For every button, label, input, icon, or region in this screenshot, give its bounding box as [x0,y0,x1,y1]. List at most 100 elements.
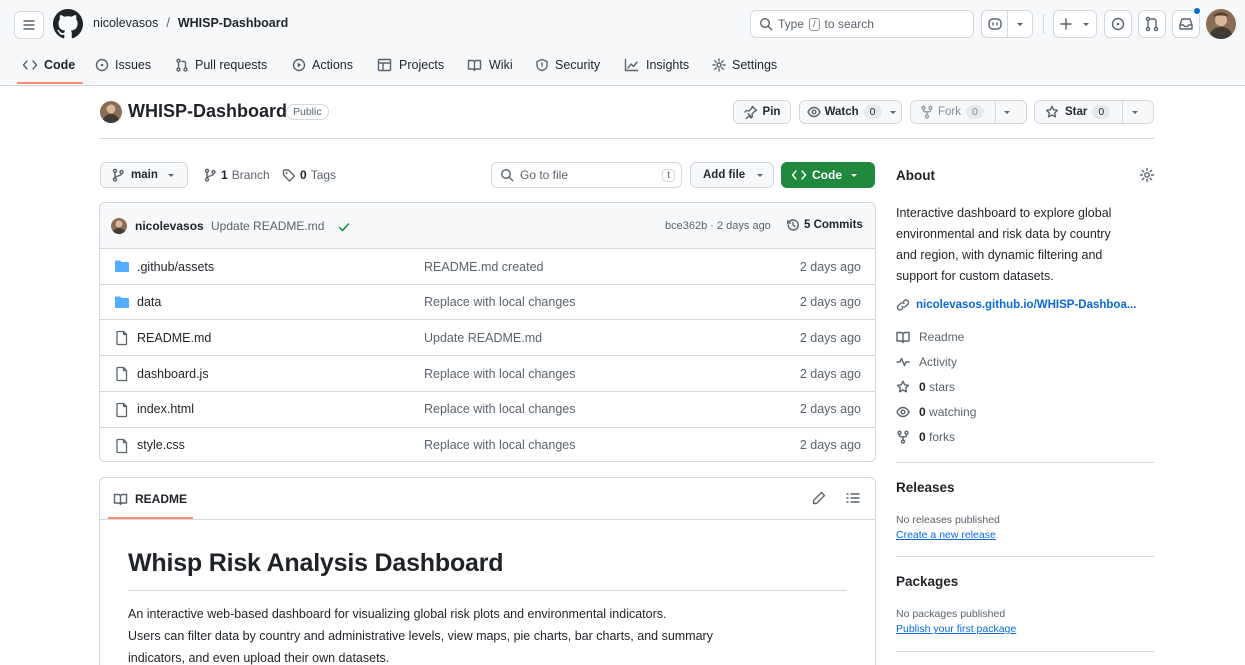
file-row[interactable]: style.css Replace with local changes 2 day… [100,426,875,463]
github-logo[interactable] [53,9,83,39]
file-name[interactable]: style.css [137,438,185,452]
commit-author[interactable]: nicolevasos [135,219,204,233]
code-icon [791,170,807,180]
file-name[interactable]: data [137,295,161,309]
readme-tab-label: README [135,492,188,506]
tab-security[interactable]: Security [535,50,600,80]
fork-button[interactable]: Fork 0 [910,100,1027,124]
tab-issues[interactable]: Issues [95,50,151,80]
stars-label: stars [929,380,956,394]
chevron-down-icon [1003,111,1010,114]
outline-list-icon[interactable] [845,490,861,506]
commit-hash-time[interactable]: bce362b · 2 days ago [665,220,771,232]
file-commit-message[interactable]: Replace with local changes [424,438,575,452]
file-name[interactable]: README.md [137,331,211,345]
tab-actions[interactable]: Actions [292,50,353,80]
tab-settings[interactable]: Settings [712,50,777,80]
watch-button[interactable]: Watch 0 [799,100,902,124]
publish-package-link[interactable]: Publish your first package [896,623,1016,635]
branches-link[interactable]: 1 Branch [203,168,270,182]
tab-code[interactable]: Code [22,50,75,80]
file-commit-message[interactable]: Replace with local changes [424,402,575,416]
file-commit-message[interactable]: Replace with local changes [424,367,575,381]
branch-name: main [131,169,158,181]
file-row[interactable]: .github/assets README.md created 2 days ag… [100,248,875,284]
tags-link[interactable]: 0 Tags [282,168,336,182]
user-avatar[interactable] [1206,9,1236,39]
search-prefix: Type [778,17,805,31]
create-release-link[interactable]: Create a new release [896,529,996,541]
readme-tab[interactable]: README [113,492,187,506]
releases-title[interactable]: Releases [896,480,955,495]
gear-icon[interactable] [1139,167,1155,183]
readme-heading-rule [128,590,847,591]
tab-projects[interactable]: Projects [377,50,444,80]
file-row[interactable]: data Replace with local changes 2 days ago [100,283,875,320]
commit-message[interactable]: Update README.md [211,219,324,233]
issue-icon [95,58,109,72]
tab-projects-label: Projects [399,58,445,72]
file-commit-message[interactable]: README.md created [424,260,543,274]
header-divider [1043,14,1044,34]
file-name[interactable]: .github/assets [137,260,214,274]
file-name[interactable]: index.html [137,402,194,416]
fork-icon [897,430,909,444]
book-icon [896,331,910,344]
menu-button[interactable] [14,11,44,39]
file-commit-message[interactable]: Update README.md [424,331,542,345]
readme-link-label: Readme [919,330,965,344]
releases-empty-text: No releases published [896,514,1000,526]
folder-icon [115,296,129,308]
activity-link[interactable]: Activity [896,355,957,369]
watching-label: watching [929,405,977,419]
packages-title[interactable]: Packages [896,574,958,589]
file-icon [116,402,128,417]
file-name[interactable]: dashboard.js [137,367,209,381]
breadcrumb-repo[interactable]: WHISP-Dashboard [178,16,288,30]
pull-requests-shortcut-button[interactable] [1138,10,1166,38]
readme-paragraph-line-1: An interactive web-based dashboard for v… [128,607,667,621]
readme-link[interactable]: Readme [896,330,964,344]
code-button[interactable]: Code [781,162,875,188]
avatar-image-icon [1209,12,1233,39]
search-box[interactable]: Type / to search [750,10,974,38]
repo-title[interactable]: WHISP-Dashboard [128,101,287,122]
watching-link[interactable]: 0 watching [896,405,976,419]
file-type-icon [114,259,130,273]
edit-pencil-icon[interactable] [811,490,827,506]
issues-shortcut-button[interactable] [1104,10,1132,38]
stars-link[interactable]: 0 stars [896,380,955,394]
file-age: 2 days ago [799,366,861,381]
about-description-line: environmental and risk data by country [896,227,1111,241]
play-icon [292,58,306,72]
homepage-link[interactable]: nicolevasos.github.io/WHISP-Dashboa... [896,298,1136,312]
file-row[interactable]: index.html Replace with local changes 2 da… [100,390,875,427]
commits-link[interactable]: 5 Commits [786,218,863,232]
add-file-button[interactable]: Add file [690,162,774,188]
avatar-image-icon [102,104,120,123]
breadcrumb: nicolevasos / WHISP-Dashboard [93,16,288,30]
copilot-button[interactable] [981,10,1033,38]
file-commit-message[interactable]: Replace with local changes [424,295,575,309]
tab-insights[interactable]: Insights [624,50,689,80]
breadcrumb-owner[interactable]: nicolevasos [93,16,158,30]
file-row[interactable]: dashboard.js Replace with local changes 2 … [100,355,875,391]
file-type-icon [114,330,130,346]
file-row[interactable]: README.md Update README.md 2 days ago [100,319,875,355]
tab-code-label: Code [44,58,76,72]
file-age: 2 days ago [799,259,861,274]
pin-button[interactable]: Pin [733,100,791,124]
forks-link[interactable]: 0 forks [896,430,955,444]
branch-icon [204,168,216,182]
go-to-file-input[interactable]: Go to file t [491,162,682,188]
table-icon [377,58,392,72]
forks-label: forks [929,430,956,444]
create-new-button[interactable] [1053,10,1097,38]
branch-selector[interactable]: main [100,162,188,188]
tab-pull-requests[interactable]: Pull requests [175,50,267,80]
commit-author-avatar[interactable] [111,218,127,234]
tab-security-label: Security [555,58,601,72]
tab-wiki[interactable]: Wiki [467,50,513,80]
star-button[interactable]: Star 0 [1034,100,1154,124]
pull-request-icon [1145,16,1159,32]
